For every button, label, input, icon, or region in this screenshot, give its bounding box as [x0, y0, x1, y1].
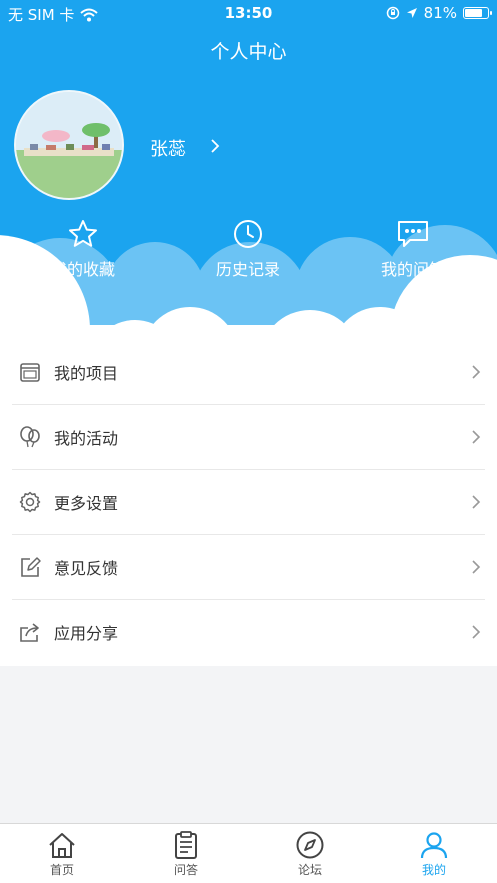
menu-item-share[interactable]: 应用分享	[12, 600, 485, 665]
menu-item-label: 应用分享	[54, 624, 119, 643]
profile-header: 无 SIM 卡 13:50 81% 个人中心 张蕊 我的收藏 历史记录 我的问答	[0, 0, 497, 340]
menu-item-label: 我的活动	[54, 429, 119, 448]
tab-label: 我的	[421, 863, 446, 877]
menu-item-label: 更多设置	[54, 494, 119, 513]
menu-item-projects[interactable]: 我的项目	[12, 340, 485, 405]
quick-item-favorites[interactable]: 我的收藏	[13, 218, 153, 280]
chevron-right-icon	[472, 560, 481, 574]
quick-item-label: 我的收藏	[50, 260, 115, 279]
tab-bar: 首页 问答 论坛 我的	[0, 823, 497, 883]
settings-menu: 我的项目 我的活动 更多设置 意见反馈 应用分享	[0, 340, 497, 666]
tab-label: 论坛	[297, 863, 322, 877]
quick-item-label: 我的问答	[380, 260, 445, 279]
quick-item-history[interactable]: 历史记录	[178, 218, 318, 280]
project-icon	[20, 363, 40, 382]
balloon-icon	[20, 426, 40, 448]
chevron-right-icon	[472, 430, 481, 444]
tab-home[interactable]: 首页	[0, 830, 124, 878]
menu-item-settings[interactable]: 更多设置	[12, 470, 485, 535]
menu-item-activities[interactable]: 我的活动	[12, 405, 485, 470]
gear-icon	[19, 491, 41, 513]
cloud-decoration	[0, 225, 497, 340]
person-icon	[420, 832, 448, 859]
tab-mine[interactable]: 我的	[372, 830, 496, 878]
clipboard-icon	[175, 831, 197, 859]
home-icon	[49, 833, 75, 858]
star-icon	[69, 220, 97, 247]
share-icon	[20, 623, 39, 642]
chevron-right-icon	[472, 495, 481, 509]
menu-item-label: 我的项目	[54, 364, 119, 383]
chat-icon	[398, 221, 428, 247]
tab-label: 问答	[173, 863, 198, 877]
menu-item-feedback[interactable]: 意见反馈	[12, 535, 485, 600]
chevron-right-icon	[472, 625, 481, 639]
quick-item-label: 历史记录	[215, 260, 280, 279]
edit-icon	[21, 557, 41, 577]
chevron-right-icon	[472, 365, 481, 379]
compass-icon	[296, 831, 324, 859]
tab-label: 首页	[49, 863, 74, 877]
clock-icon	[234, 220, 262, 248]
menu-item-label: 意见反馈	[54, 559, 119, 578]
tab-forum[interactable]: 论坛	[248, 830, 372, 878]
quick-actions: 我的收藏 历史记录 我的问答	[0, 218, 497, 288]
quick-item-qa[interactable]: 我的问答	[343, 218, 483, 280]
tab-qa[interactable]: 问答	[124, 830, 248, 878]
